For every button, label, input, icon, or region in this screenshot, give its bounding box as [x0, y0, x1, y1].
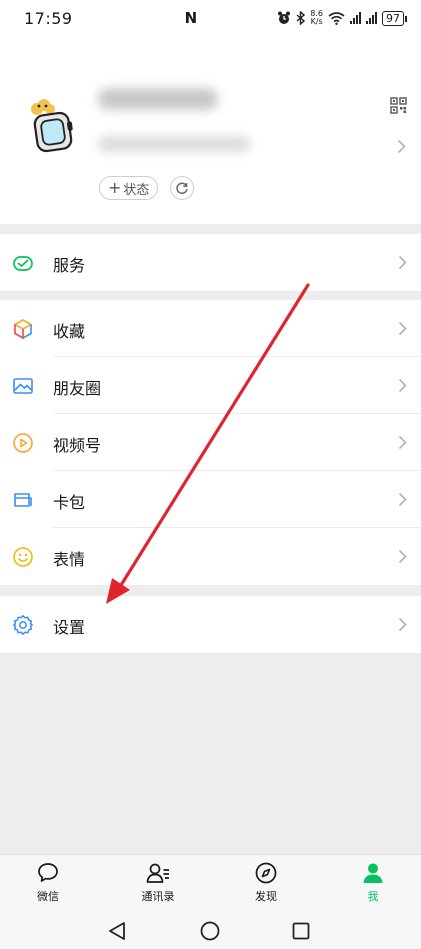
bluetooth-icon: [296, 11, 306, 25]
tab-discover[interactable]: 发现: [236, 861, 296, 904]
menu-item-stickers[interactable]: 表情: [0, 528, 421, 585]
services-icon: [13, 256, 33, 271]
status-indicators: 8.6 K/s 97: [277, 10, 407, 26]
chevron-right-icon: [398, 492, 407, 507]
chevron-right-icon: [398, 255, 407, 270]
tab-label-chats: 微信: [37, 890, 59, 903]
menu-item-favorites[interactable]: 收藏: [0, 300, 421, 357]
moments-icon: [13, 378, 33, 394]
person-icon: [363, 863, 383, 883]
card-wallet-icon: [14, 493, 32, 507]
menu-item-settings[interactable]: 设置: [0, 596, 421, 653]
stickers-icon: [13, 547, 33, 567]
avatar-image: [31, 99, 73, 153]
plus-icon: +: [108, 178, 122, 197]
wifi-icon: [328, 11, 345, 25]
add-status-button[interactable]: + 状态: [99, 176, 159, 200]
menu-label-moments: 朋友圈: [53, 379, 102, 398]
chevron-right-icon: [398, 435, 407, 450]
battery-indicator: 97: [382, 10, 407, 26]
avatar[interactable]: [22, 98, 80, 156]
channels-icon: [13, 433, 33, 453]
chevron-right-icon: [398, 549, 407, 564]
tab-label-me: 我: [367, 890, 379, 903]
tab-contacts[interactable]: 通讯录: [128, 861, 188, 904]
back-nav-icon[interactable]: [108, 921, 126, 941]
menu-label-favorites: 收藏: [53, 322, 86, 341]
chevron-right-icon: [398, 378, 407, 393]
settings-group: 设置: [0, 596, 421, 653]
status-bar: 17:59 N 8.6 K/s 97: [0, 0, 421, 36]
bottom-tab-bar: 微信 通讯录 发现 我: [0, 854, 421, 909]
profile-card[interactable]: + 状态: [0, 36, 421, 224]
tab-chats[interactable]: 微信: [18, 861, 78, 904]
nfc-icon: N: [184, 9, 198, 27]
refresh-icon: [176, 182, 188, 195]
menu-label-services: 服务: [53, 256, 86, 275]
network-speed: 8.6 K/s: [310, 10, 323, 26]
menu-item-channels[interactable]: 视频号: [0, 414, 421, 471]
menu-label-stickers: 表情: [53, 550, 86, 569]
menu-label-cards: 卡包: [53, 493, 86, 512]
status-button-label: 状态: [123, 182, 150, 198]
signal-icon-1: [350, 12, 361, 24]
services-group: 服务: [0, 234, 421, 291]
speed-unit: K/s: [310, 17, 323, 26]
compass-icon: [255, 862, 277, 884]
home-nav-icon[interactable]: [200, 921, 220, 941]
chevron-right-icon: [397, 139, 406, 154]
chat-bubble-icon: [38, 863, 58, 882]
favorites-icon: [13, 319, 33, 340]
gear-icon: [13, 615, 33, 635]
menu-item-moments[interactable]: 朋友圈: [0, 357, 421, 414]
wechat-id-blurred: [98, 136, 250, 152]
system-navigation-bar: [0, 909, 421, 949]
refresh-status-button[interactable]: [170, 176, 194, 200]
status-time: 17:59: [24, 8, 73, 28]
menu-item-cards[interactable]: 卡包: [0, 471, 421, 528]
features-group: 收藏 朋友圈 视频号 卡包 表情: [0, 300, 421, 585]
qr-code-icon[interactable]: [390, 97, 407, 114]
signal-icon-2: [366, 12, 377, 24]
tab-label-discover: 发现: [255, 890, 277, 903]
chevron-right-icon: [398, 321, 407, 336]
menu-label-channels: 视频号: [53, 436, 102, 455]
alarm-icon: [278, 11, 291, 24]
nickname-blurred: [98, 88, 218, 110]
chevron-right-icon: [398, 617, 407, 632]
menu-item-services[interactable]: 服务: [0, 234, 421, 291]
menu-label-settings: 设置: [53, 618, 86, 637]
contacts-icon: [146, 863, 169, 883]
tab-label-contacts: 通讯录: [141, 890, 175, 903]
tab-me[interactable]: 我: [343, 861, 403, 904]
recents-nav-icon[interactable]: [292, 922, 310, 940]
